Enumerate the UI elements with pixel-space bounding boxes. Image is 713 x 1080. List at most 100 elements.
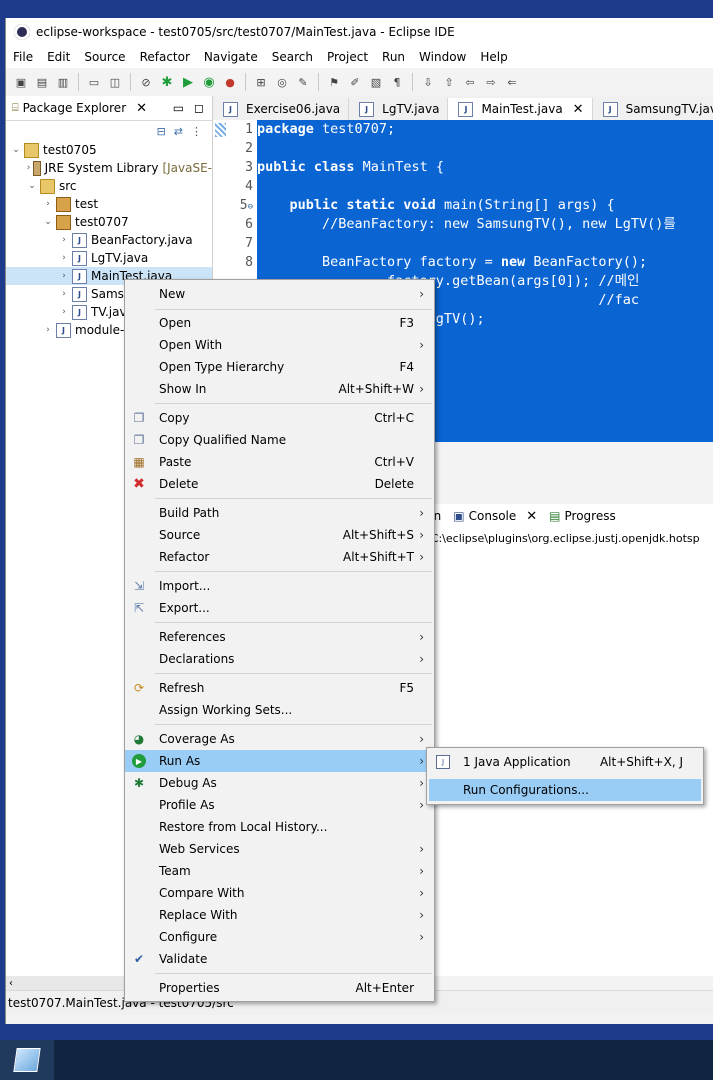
menu-search[interactable]: Search bbox=[265, 50, 320, 64]
save-icon[interactable]: ▤ bbox=[33, 73, 51, 91]
menu-project[interactable]: Project bbox=[320, 50, 375, 64]
menu-run[interactable]: Run bbox=[375, 50, 412, 64]
menu-item-refactor[interactable]: Refactor Alt+Shift+T › bbox=[125, 546, 434, 568]
progress-tab[interactable]: ▤ Progress bbox=[543, 504, 622, 528]
annotation-icon[interactable]: ⚑ bbox=[325, 73, 343, 91]
package-explorer-tab[interactable]: ⌸ Package Explorer ✕ bbox=[6, 96, 153, 120]
save-all-icon[interactable]: ▥ bbox=[54, 73, 72, 91]
menu-file[interactable]: File bbox=[6, 50, 40, 64]
menu-item-assign-working-sets[interactable]: Assign Working Sets... bbox=[125, 699, 434, 721]
menu-item-refresh[interactable]: ⟳ Refresh F5 bbox=[125, 677, 434, 699]
menu-item-replace-with[interactable]: Replace With › bbox=[125, 904, 434, 926]
block-selection-icon[interactable]: ▧ bbox=[367, 73, 385, 91]
terminal-icon[interactable]: ▭ bbox=[85, 73, 103, 91]
collapse-all-icon[interactable]: ⊟ bbox=[157, 125, 166, 138]
editor-tab-samsungtv[interactable]: J SamsungTV.java bbox=[592, 98, 713, 120]
editor-tab-lgtv[interactable]: J LgTV.java bbox=[349, 98, 449, 120]
debug-icon[interactable]: ✱ bbox=[158, 73, 176, 91]
menu-item-restore-history[interactable]: Restore from Local History... bbox=[125, 816, 434, 838]
menu-item-declarations[interactable]: Declarations › bbox=[125, 648, 434, 670]
menu-item-compare-with[interactable]: Compare With › bbox=[125, 882, 434, 904]
tree-item-package-test0707[interactable]: ⌄ test0707 bbox=[6, 213, 212, 231]
run-icon[interactable]: ▶ bbox=[179, 73, 197, 91]
expanded-chevron-icon[interactable]: ⌄ bbox=[10, 145, 22, 155]
collapsed-chevron-icon[interactable]: › bbox=[58, 307, 70, 317]
menu-item-configure[interactable]: Configure › bbox=[125, 926, 434, 948]
open-type-icon[interactable]: ◫ bbox=[106, 73, 124, 91]
menu-item-references[interactable]: References › bbox=[125, 626, 434, 648]
menu-item-open-type-hierarchy[interactable]: Open Type Hierarchy F4 bbox=[125, 356, 434, 378]
menu-item-build-path[interactable]: Build Path › bbox=[125, 502, 434, 524]
editor-tab-exercise06[interactable]: J Exercise06.java bbox=[213, 98, 350, 120]
tree-item-jre[interactable]: › JRE System Library [JavaSE- bbox=[6, 159, 212, 177]
collapsed-chevron-icon[interactable]: › bbox=[26, 163, 31, 173]
collapsed-chevron-icon[interactable]: › bbox=[42, 325, 54, 335]
menu-item-web-services[interactable]: Web Services › bbox=[125, 838, 434, 860]
new-java-package-icon[interactable]: ⊞ bbox=[252, 73, 270, 91]
collapsed-chevron-icon[interactable]: › bbox=[58, 271, 70, 281]
skip-breakpoints-icon[interactable]: ⊘ bbox=[137, 73, 155, 91]
close-icon[interactable]: ✕ bbox=[573, 102, 584, 117]
external-tools-icon[interactable]: ● bbox=[221, 73, 239, 91]
tree-item-package-test[interactable]: › test bbox=[6, 195, 212, 213]
scroll-left-icon[interactable]: ‹ bbox=[6, 978, 13, 989]
menu-item-import[interactable]: ⇲ Import... bbox=[125, 575, 434, 597]
menu-item-new[interactable]: New › bbox=[125, 283, 434, 305]
collapsed-chevron-icon[interactable]: › bbox=[42, 199, 54, 209]
minimize-icon[interactable]: ▭ bbox=[173, 101, 184, 115]
menu-item-delete[interactable]: ✖ Delete Delete bbox=[125, 473, 434, 495]
back-icon[interactable]: ⇦ bbox=[461, 73, 479, 91]
menu-item-source[interactable]: Source Alt+Shift+S › bbox=[125, 524, 434, 546]
expanded-chevron-icon[interactable]: ⌄ bbox=[42, 217, 54, 227]
collapsed-chevron-icon[interactable]: › bbox=[58, 253, 70, 263]
menu-item-copy-qualified-name[interactable]: ❐ Copy Qualified Name bbox=[125, 429, 434, 451]
menu-refactor[interactable]: Refactor bbox=[133, 50, 197, 64]
maximize-icon[interactable]: ◻ bbox=[194, 101, 204, 115]
menu-item-show-in[interactable]: Show In Alt+Shift+W › bbox=[125, 378, 434, 400]
menu-item-open-with[interactable]: Open With › bbox=[125, 334, 434, 356]
whitespace-icon[interactable]: ¶ bbox=[388, 73, 406, 91]
start-button[interactable] bbox=[0, 1040, 54, 1080]
menu-edit[interactable]: Edit bbox=[40, 50, 77, 64]
menu-navigate[interactable]: Navigate bbox=[197, 50, 265, 64]
menu-item-validate[interactable]: ✔ Validate bbox=[125, 948, 434, 970]
next-annotation-icon[interactable]: ⇩ bbox=[419, 73, 437, 91]
mark-occurrences-icon[interactable]: ✐ bbox=[346, 73, 364, 91]
collapsed-chevron-icon[interactable]: › bbox=[58, 289, 70, 299]
fold-icon[interactable]: ⊖ bbox=[248, 202, 253, 212]
close-icon[interactable]: ✕ bbox=[526, 509, 537, 524]
new-class-icon[interactable]: ◎ bbox=[273, 73, 291, 91]
tree-item-lgtv[interactable]: › J LgTV.java bbox=[6, 249, 212, 267]
menu-item-team[interactable]: Team › bbox=[125, 860, 434, 882]
menu-item-java-application[interactable]: J 1 Java Application Alt+Shift+X, J bbox=[429, 751, 701, 773]
forward-icon[interactable]: ⇨ bbox=[482, 73, 500, 91]
link-with-editor-icon[interactable]: ⇄ bbox=[174, 125, 183, 138]
expanded-chevron-icon[interactable]: ⌄ bbox=[26, 181, 38, 191]
collapsed-chevron-icon[interactable]: › bbox=[58, 235, 70, 245]
tree-item-project[interactable]: ⌄ test0705 bbox=[6, 141, 212, 159]
prev-annotation-icon[interactable]: ⇧ bbox=[440, 73, 458, 91]
editor-tab-maintest[interactable]: J MainTest.java ✕ bbox=[448, 98, 593, 120]
menu-item-run-as[interactable]: ▶ Run As › bbox=[125, 750, 434, 772]
menu-item-coverage-as[interactable]: ◕ Coverage As › bbox=[125, 728, 434, 750]
coverage-icon[interactable]: ◉ bbox=[200, 73, 218, 91]
menu-item-properties[interactable]: Properties Alt+Enter bbox=[125, 977, 434, 999]
view-menu-icon[interactable]: ⋮ bbox=[191, 125, 202, 138]
menu-item-run-configurations[interactable]: Run Configurations... bbox=[429, 779, 701, 801]
open-task-icon[interactable]: ✎ bbox=[294, 73, 312, 91]
menu-help[interactable]: Help bbox=[473, 50, 514, 64]
console-tab[interactable]: ▣ Console ✕ bbox=[447, 504, 544, 528]
menu-window[interactable]: Window bbox=[412, 50, 473, 64]
menu-item-debug-as[interactable]: ✱ Debug As › bbox=[125, 772, 434, 794]
menu-item-open[interactable]: Open F3 bbox=[125, 312, 434, 334]
menu-item-copy[interactable]: ❐ Copy Ctrl+C bbox=[125, 407, 434, 429]
close-icon[interactable]: ✕ bbox=[136, 101, 147, 116]
menu-item-paste[interactable]: ▦ Paste Ctrl+V bbox=[125, 451, 434, 473]
new-icon[interactable]: ▣ bbox=[12, 73, 30, 91]
last-edit-icon[interactable]: ⇐ bbox=[503, 73, 521, 91]
tree-item-beanfactory[interactable]: › J BeanFactory.java bbox=[6, 231, 212, 249]
menu-item-export[interactable]: ⇱ Export... bbox=[125, 597, 434, 619]
tree-item-src[interactable]: ⌄ src bbox=[6, 177, 212, 195]
menu-item-profile-as[interactable]: Profile As › bbox=[125, 794, 434, 816]
menu-source[interactable]: Source bbox=[77, 50, 132, 64]
